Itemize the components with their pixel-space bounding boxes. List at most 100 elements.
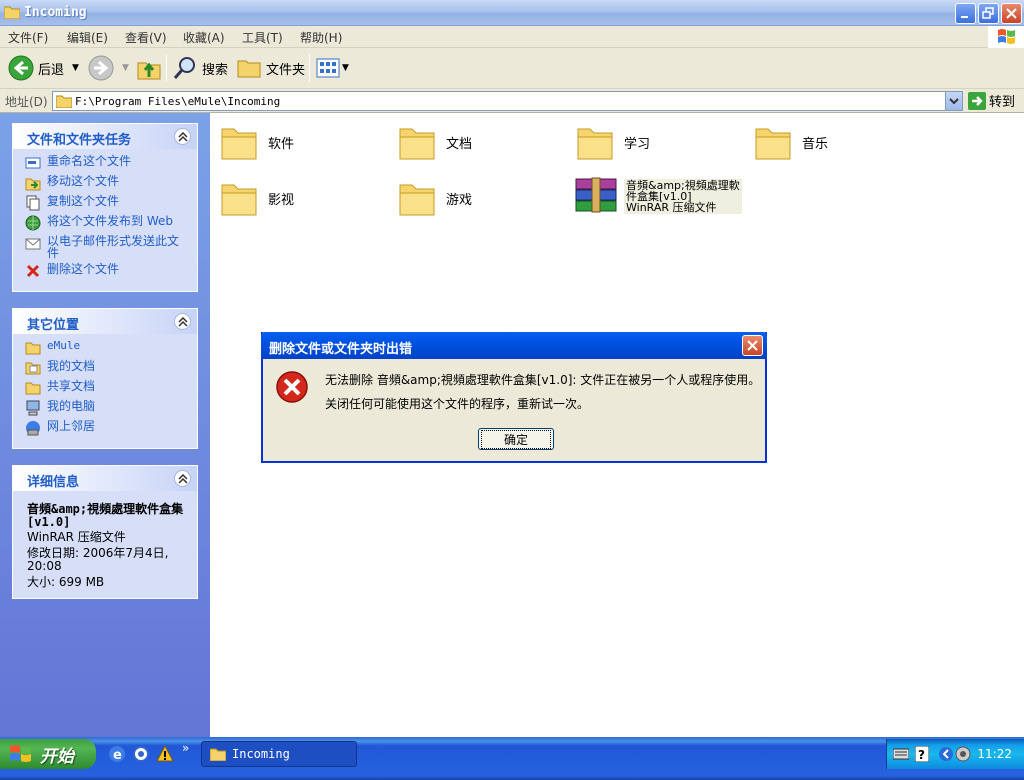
task-email[interactable]: 以电子邮件形式发送此文件	[25, 235, 197, 259]
chevron-down-icon	[949, 98, 959, 105]
folder-item[interactable]: 游戏	[398, 179, 472, 217]
search-icon	[173, 57, 195, 79]
windows-logo-icon	[10, 745, 31, 762]
details-type: WinRAR 压缩文件	[27, 530, 126, 544]
system-tray: ? 11:22	[886, 739, 1024, 769]
dialog-hint: 关闭任何可能使用这个文件的程序，重新试一次。	[325, 397, 590, 411]
folder-icon	[210, 748, 226, 761]
window-title-bar[interactable]: Incoming	[0, 0, 1024, 26]
task-delete[interactable]: 删除这个文件	[25, 263, 197, 279]
folder-icon	[399, 128, 435, 160]
copy-icon	[26, 195, 40, 211]
publish-web-icon	[25, 215, 41, 231]
task-publish-web[interactable]: 将这个文件发布到 Web	[25, 215, 197, 231]
up-folder-button[interactable]	[136, 54, 162, 82]
toolbar: 后退 ▼ ▼ 搜索 文件夹 ▼	[0, 48, 1024, 89]
folder-icon	[3, 5, 21, 20]
folder-icon	[221, 128, 257, 160]
other-places-header[interactable]: 其它位置	[13, 309, 197, 334]
warning-icon[interactable]	[156, 745, 174, 763]
minimize-button[interactable]	[955, 3, 976, 24]
folder-icon	[55, 94, 73, 111]
folder-icon	[577, 128, 613, 160]
folder-icon	[755, 128, 791, 160]
svg-text:e: e	[113, 748, 122, 763]
help-icon[interactable]: ?	[915, 746, 929, 762]
dialog-close-button[interactable]	[742, 335, 763, 356]
panel-title: 详细信息	[27, 475, 80, 490]
rar-file-item[interactable]: 音頻&amp;視頻處理軟 件盒集[v1.0] WinRAR 压缩文件	[574, 177, 742, 215]
internet-explorer-icon[interactable]: e	[108, 745, 126, 763]
quick-launch-more-icon[interactable]: »	[182, 741, 189, 755]
details-modified: 修改日期: 2006年7月4日, 20:08	[27, 546, 169, 573]
close-button[interactable]	[1001, 3, 1022, 24]
keyboard-icon[interactable]	[893, 747, 909, 761]
task-rename[interactable]: 重命名这个文件	[25, 155, 197, 171]
folder-icon	[399, 184, 435, 216]
dialog-title-bar[interactable]: 删除文件或文件夹时出错	[261, 332, 767, 359]
windows-logo-icon	[988, 26, 1024, 48]
up-folder-icon	[137, 62, 161, 80]
svg-text:?: ?	[918, 748, 925, 762]
details-header[interactable]: 详细信息	[13, 466, 197, 491]
folder-item[interactable]: 软件	[220, 123, 294, 161]
collapse-icon[interactable]	[174, 128, 191, 145]
menu-favorites[interactable]: 收藏(A)	[183, 29, 225, 46]
move-icon	[25, 178, 41, 191]
menu-bar: 文件(F) 编辑(E) 查看(V) 收藏(A) 工具(T) 帮助(H)	[0, 26, 1024, 48]
folder-icon	[25, 342, 41, 355]
menu-edit[interactable]: 编辑(E)	[67, 29, 108, 46]
task-move[interactable]: 移动这个文件	[25, 175, 197, 191]
back-button[interactable]: 后退 ▼	[8, 54, 79, 82]
delete-icon	[26, 264, 40, 278]
ok-button[interactable]: 确定	[478, 428, 554, 450]
window-title: Incoming	[24, 5, 87, 20]
go-arrow-icon	[968, 91, 986, 110]
search-button[interactable]: 搜索	[172, 54, 228, 82]
quick-launch-icon[interactable]	[132, 745, 150, 763]
task-pane: 文件和文件夹任务 重命名这个文件 移动这个文件 复制这个文件 将这个文件发布到 …	[0, 113, 210, 737]
clock: 11:22	[977, 747, 1012, 761]
go-button[interactable]: 转到	[968, 91, 1015, 110]
forward-button[interactable]: ▼	[88, 54, 129, 82]
shared-documents-icon	[25, 382, 41, 395]
address-bar: 地址(D) F:\Program Files\eMule\Incoming 转到	[0, 89, 1024, 113]
place-shared-documents[interactable]: 共享文档	[25, 380, 197, 396]
tray-collapse-icon[interactable]	[939, 746, 953, 762]
collapse-icon[interactable]	[174, 313, 191, 330]
restore-button[interactable]	[978, 3, 999, 24]
chevron-down-icon: ▼	[72, 63, 79, 73]
place-emule[interactable]: eMule	[25, 340, 197, 356]
menu-view[interactable]: 查看(V)	[125, 29, 167, 46]
folder-item[interactable]: 影视	[220, 179, 294, 217]
menu-file[interactable]: 文件(F)	[8, 29, 48, 46]
details-size: 大小: 699 MB	[27, 575, 105, 589]
task-copy[interactable]: 复制这个文件	[25, 195, 197, 211]
menu-help[interactable]: 帮助(H)	[300, 29, 342, 46]
speaker-icon[interactable]	[955, 746, 971, 762]
taskbar-item-incoming[interactable]: Incoming	[201, 741, 357, 767]
folder-item[interactable]: 学习	[576, 123, 650, 161]
views-button[interactable]: ▼	[316, 54, 349, 82]
file-tasks-header[interactable]: 文件和文件夹任务	[13, 124, 197, 149]
collapse-icon[interactable]	[174, 470, 191, 487]
panel-title: 文件和文件夹任务	[27, 133, 132, 148]
address-dropdown-button[interactable]	[945, 92, 962, 110]
close-icon	[747, 340, 758, 351]
error-icon	[276, 371, 308, 403]
folder-item[interactable]: 音乐	[754, 123, 828, 161]
start-button[interactable]: 开始	[0, 739, 96, 769]
rar-file-label: 音頻&amp;視頻處理軟 件盒集[v1.0] WinRAR 压缩文件	[624, 178, 742, 214]
address-input[interactable]: F:\Program Files\eMule\Incoming	[52, 91, 963, 111]
place-my-documents[interactable]: 我的文档	[25, 360, 197, 376]
folder-item[interactable]: 文档	[398, 123, 472, 161]
menu-tools[interactable]: 工具(T)	[242, 29, 283, 46]
chevron-down-icon: ▼	[122, 63, 129, 73]
panel-title: 其它位置	[27, 318, 80, 333]
place-my-computer[interactable]: 我的电脑	[25, 400, 197, 416]
other-places-panel: 其它位置 eMule 我的文档 共享文档 我的电脑 网上邻居	[12, 308, 198, 449]
folders-button[interactable]: 文件夹	[236, 54, 305, 82]
my-documents-icon	[25, 362, 41, 375]
place-network[interactable]: 网上邻居	[25, 420, 197, 436]
error-dialog: 删除文件或文件夹时出错 无法删除 音頻&amp;視頻處理軟件盒集[v1.0]: …	[261, 332, 767, 463]
